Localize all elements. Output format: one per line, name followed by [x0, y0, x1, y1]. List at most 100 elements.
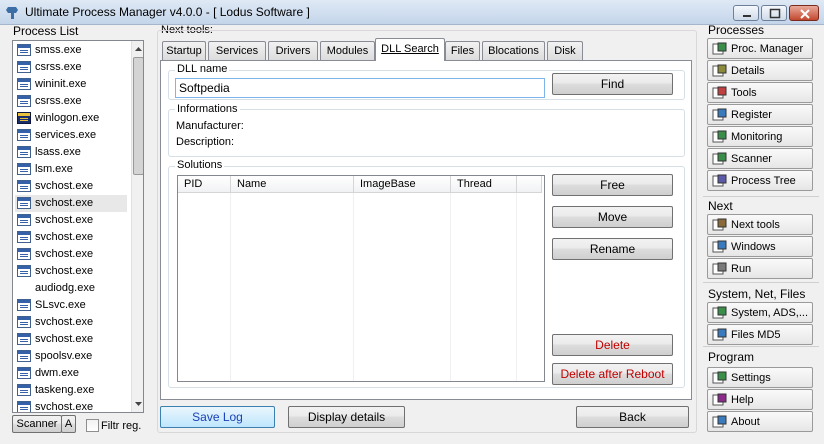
a-button[interactable]: A: [61, 415, 76, 433]
sidebar-item-monitoring[interactable]: Monitoring: [707, 126, 813, 147]
process-list-item[interactable]: lsm.exe: [15, 161, 127, 178]
tab-disk[interactable]: Disk: [547, 41, 583, 60]
dll-name-input[interactable]: [175, 78, 545, 98]
monitoring-icon: [712, 130, 727, 143]
sidebar-item-label: Windows: [731, 241, 776, 253]
process-list-item[interactable]: services.exe: [15, 127, 127, 144]
sidebar-item-next-tools[interactable]: Next tools: [707, 214, 813, 235]
delete-button[interactable]: Delete: [552, 334, 673, 356]
sidebar-header-next: Next: [708, 199, 733, 213]
move-button[interactable]: Move: [552, 206, 673, 228]
process-list-item[interactable]: svchost.exe: [15, 331, 127, 348]
process-list-item[interactable]: wininit.exe: [15, 76, 127, 93]
column-header-thread[interactable]: Thread: [451, 176, 517, 193]
scrollbar-thumb[interactable]: [133, 57, 143, 175]
sidebar-item-files-md5[interactable]: Files MD5: [707, 324, 813, 345]
sidebar-divider: [703, 346, 819, 347]
next-tools-icon: [712, 218, 727, 231]
title-bar: Ultimate Process Manager v4.0.0 - [ Lodu…: [0, 0, 824, 25]
process-list-item[interactable]: smss.exe: [15, 42, 127, 59]
process-list-item[interactable]: svchost.exe: [15, 178, 127, 195]
process-list-item[interactable]: winlogon.exe: [15, 110, 127, 127]
process-list-item[interactable]: svchost.exe: [15, 246, 127, 263]
process-name: dwm.exe: [35, 367, 80, 379]
description-label: Description:: [176, 136, 235, 148]
window-icon: [17, 316, 31, 328]
close-button[interactable]: [789, 5, 819, 21]
sidebar-item-process-tree[interactable]: Process Tree: [707, 170, 813, 191]
filter-reg-checkbox[interactable]: [86, 419, 99, 432]
process-list-item[interactable]: dwm.exe: [15, 365, 127, 382]
column-header-imagebase[interactable]: ImageBase: [354, 176, 451, 193]
solutions-table[interactable]: PID Name ImageBase Thread: [177, 175, 545, 382]
window-title: Ultimate Process Manager v4.0.0 - [ Lodu…: [25, 5, 310, 19]
window-icon: [17, 384, 31, 396]
process-list-item[interactable]: svchost.exe: [15, 314, 127, 331]
informations-group: [168, 109, 685, 157]
process-list-item[interactable]: taskeng.exe: [15, 382, 127, 399]
process-list-item[interactable]: svchost.exe: [15, 399, 127, 412]
process-list[interactable]: smss.exe csrss.exe wininit.exe csrss.exe win…: [12, 40, 144, 413]
sidebar-item-tools[interactable]: Tools: [707, 82, 813, 103]
process-list-item[interactable]: csrss.exe: [15, 59, 127, 76]
window-icon: [17, 350, 31, 362]
free-button[interactable]: Free: [552, 174, 673, 196]
delete-after-reboot-button[interactable]: Delete after Reboot: [552, 363, 673, 385]
sidebar-item-register[interactable]: Register: [707, 104, 813, 125]
back-button[interactable]: Back: [576, 406, 689, 428]
process-list-scrollbar[interactable]: [131, 41, 144, 412]
column-header-name[interactable]: Name: [231, 176, 354, 193]
sidebar-item-about[interactable]: About: [707, 411, 813, 432]
process-list-item[interactable]: svchost.exe: [15, 195, 127, 212]
tab-services[interactable]: Services: [208, 41, 266, 60]
process-list-item[interactable]: audiodg.exe: [15, 280, 127, 297]
process-list-item[interactable]: csrss.exe: [15, 93, 127, 110]
scroll-up-icon[interactable]: [133, 42, 144, 56]
display-details-button[interactable]: Display details: [288, 406, 405, 428]
tab-drivers[interactable]: Drivers: [268, 41, 318, 60]
app-icon: [6, 7, 18, 19]
sidebar-item-label: Next tools: [731, 219, 780, 231]
tools-icon: [712, 86, 727, 99]
minimize-button[interactable]: [733, 5, 759, 21]
column-gridline: [353, 193, 354, 381]
process-name: svchost.exe: [35, 248, 94, 260]
sidebar-item-settings[interactable]: Settings: [707, 367, 813, 388]
tab-modules[interactable]: Modules: [320, 41, 375, 60]
tab-files[interactable]: Files: [445, 41, 480, 60]
rename-button[interactable]: Rename: [552, 238, 673, 260]
sidebar-item-run[interactable]: Run: [707, 258, 813, 279]
sidebar-item-windows[interactable]: Windows: [707, 236, 813, 257]
process-name: audiodg.exe: [35, 282, 95, 294]
process-name: svchost.exe: [35, 333, 94, 345]
sidebar-item-proc-manager[interactable]: Proc. Manager: [707, 38, 813, 59]
scanner-small-button[interactable]: Scanner: [12, 415, 62, 433]
save-log-button[interactable]: Save Log: [160, 406, 275, 428]
maximize-button[interactable]: [761, 5, 787, 21]
column-header-pid[interactable]: PID: [178, 176, 231, 193]
sidebar-item-system-ads[interactable]: System, ADS,...: [707, 302, 813, 323]
process-list-item[interactable]: spoolsv.exe: [15, 348, 127, 365]
process-list-item[interactable]: svchost.exe: [15, 212, 127, 229]
tab-startup[interactable]: Startup: [162, 41, 206, 60]
window-icon: [17, 129, 31, 141]
scroll-down-icon[interactable]: [133, 397, 144, 411]
window-icon: [17, 231, 31, 243]
scanner-icon: [712, 152, 727, 165]
tab-dll-search[interactable]: DLL Search: [375, 38, 445, 61]
window-icon: [17, 197, 31, 209]
process-list-item[interactable]: SLsvc.exe: [15, 297, 127, 314]
process-list-item[interactable]: svchost.exe: [15, 263, 127, 280]
tab-blocations[interactable]: Blocations: [482, 41, 545, 60]
window-icon: [17, 61, 31, 73]
manufacturer-label: Manufacturer:: [176, 120, 244, 132]
settings-icon: [712, 371, 727, 384]
process-list-item[interactable]: svchost.exe: [15, 229, 127, 246]
sidebar-item-scanner[interactable]: Scanner: [707, 148, 813, 169]
sidebar-item-label: Monitoring: [731, 131, 783, 143]
sidebar-item-help[interactable]: Help: [707, 389, 813, 410]
sidebar-item-details[interactable]: Details: [707, 60, 813, 81]
find-button[interactable]: Find: [552, 73, 673, 95]
filter-reg-label: Filtr reg.: [101, 420, 142, 432]
process-list-item[interactable]: lsass.exe: [15, 144, 127, 161]
